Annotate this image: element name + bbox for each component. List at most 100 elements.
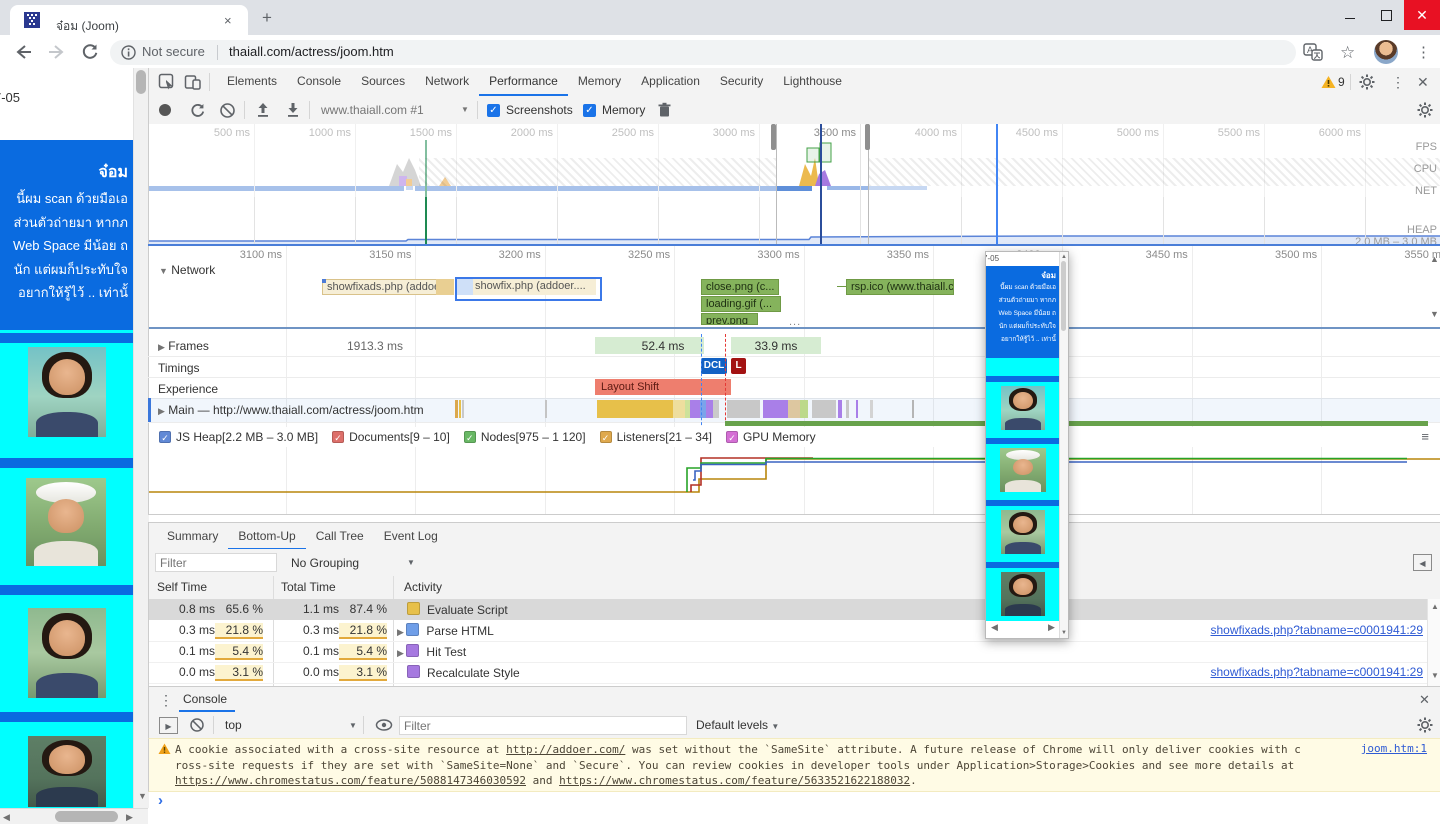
grid-scroll-down-icon[interactable]: ▼ xyxy=(1431,671,1439,680)
activity-cell[interactable]: ▶ Parse HTML xyxy=(397,623,494,638)
flame-segment[interactable] xyxy=(870,400,873,418)
selection-left-handle[interactable] xyxy=(771,124,776,150)
scroll-left-icon[interactable]: ◀ xyxy=(3,813,10,822)
flame-segment[interactable] xyxy=(812,400,836,418)
table-row[interactable]: 0.1 ms5.4 %0.1 ms5.4 %▶ Hit Test xyxy=(149,641,1440,663)
tab-lighthouse[interactable]: Lighthouse xyxy=(773,68,852,95)
flame-segment[interactable] xyxy=(545,400,547,418)
console-settings-gear-icon[interactable] xyxy=(1417,717,1433,733)
activity-cell[interactable]: Recalculate Style xyxy=(397,665,520,680)
grouping-caret-icon[interactable]: ▼ xyxy=(407,558,415,567)
browser-menu-icon[interactable]: ⋮ xyxy=(1416,43,1431,61)
counters-chart[interactable] xyxy=(148,447,1440,515)
selection-right-handle[interactable] xyxy=(865,124,870,150)
network-request[interactable]: rsp.ico (www.thaiall.com) xyxy=(846,279,954,295)
detail-scroll-down-icon[interactable]: ▼ xyxy=(1430,310,1439,319)
flame-segment[interactable] xyxy=(727,400,760,418)
network-request[interactable]: close.png (c... xyxy=(701,279,779,295)
profile-avatar[interactable] xyxy=(1374,40,1398,64)
counter-toggle[interactable]: ✓JS Heap[2.2 MB – 3.0 MB] xyxy=(159,430,318,444)
bottom-tab-call-tree[interactable]: Call Tree xyxy=(306,523,374,549)
network-track-label[interactable]: ▼ Network xyxy=(159,263,215,277)
counter-checkbox[interactable]: ✓ xyxy=(332,431,344,443)
tab-elements[interactable]: Elements xyxy=(217,68,287,95)
tab-security[interactable]: Security xyxy=(710,68,773,95)
grid-scroll-up-icon[interactable]: ▲ xyxy=(1431,602,1439,611)
counter-checkbox[interactable]: ✓ xyxy=(726,431,738,443)
translate-icon[interactable]: A xyxy=(1303,42,1323,62)
col-activity[interactable]: Activity xyxy=(404,580,442,594)
selection-left-edge[interactable] xyxy=(776,124,777,244)
context-caret-icon[interactable]: ▼ xyxy=(349,721,357,730)
popup-next-icon[interactable]: ▶ xyxy=(1048,623,1055,632)
new-tab-button[interactable]: + xyxy=(262,8,272,28)
omnibox[interactable]: Not secure thaiall.com/actress/joom.htm xyxy=(110,40,1296,65)
console-warning[interactable]: A cookie associated with a cross-site re… xyxy=(148,738,1440,792)
bottom-tab-bottom-up[interactable]: Bottom-Up xyxy=(228,524,305,550)
flame-segment[interactable] xyxy=(597,400,673,418)
network-request[interactable]: loading.gif (... xyxy=(701,296,781,312)
console-prompt[interactable]: › xyxy=(158,792,163,809)
flame-segment[interactable] xyxy=(912,400,914,418)
reload-profile-icon[interactable] xyxy=(189,102,206,119)
clear-icon[interactable] xyxy=(219,102,236,119)
counter-toggle[interactable]: ✓Nodes[975 – 1 120] xyxy=(464,430,586,444)
bottom-tab-summary[interactable]: Summary xyxy=(157,523,228,549)
frames-track-label[interactable]: ▶ Frames xyxy=(158,339,209,353)
layout-shift-bar[interactable]: Layout Shift xyxy=(595,379,731,395)
console-sidebar-icon[interactable]: ▶ xyxy=(159,717,178,734)
warning-link[interactable]: http://addoer.com/ xyxy=(506,743,625,756)
devtools-menu-icon[interactable]: ⋮ xyxy=(1391,74,1405,91)
profile-select[interactable]: www.thaiall.com #1 xyxy=(321,103,424,117)
main-track-label[interactable]: ▶ Main — http://www.thaiall.com/actress/… xyxy=(158,403,424,417)
counter-toggle[interactable]: ✓GPU Memory xyxy=(726,430,816,444)
flame-segment[interactable] xyxy=(856,400,858,418)
console-levels-select[interactable]: Default levels ▼ xyxy=(696,718,779,732)
tab-close-icon[interactable]: × xyxy=(224,13,232,28)
console-source-link[interactable]: joom.htm:1 xyxy=(1249,742,1427,755)
table-row[interactable]: 0.0 ms3.1 %0.0 ms3.1 % Recalculate Style… xyxy=(149,662,1440,684)
flame-segment[interactable] xyxy=(713,400,719,418)
flame-segment[interactable] xyxy=(788,400,800,418)
console-clear-icon[interactable] xyxy=(189,717,205,733)
flame-segment[interactable] xyxy=(455,400,458,418)
counter-checkbox[interactable]: ✓ xyxy=(464,431,476,443)
close-window-button[interactable]: ✕ xyxy=(1404,0,1440,30)
load-profile-icon[interactable] xyxy=(255,102,271,118)
console-context-select[interactable]: top xyxy=(225,718,242,732)
warning-link[interactable]: https://www.chromestatus.com/feature/563… xyxy=(559,774,910,787)
tab-performance[interactable]: Performance xyxy=(479,69,568,96)
flame-segment[interactable] xyxy=(459,400,461,418)
bottom-tab-event-log[interactable]: Event Log xyxy=(374,523,448,549)
table-row[interactable]: 0.3 ms21.8 %0.3 ms21.8 %▶ Parse HTMLshow… xyxy=(149,620,1440,642)
legend-menu-icon[interactable]: ≡ xyxy=(1421,429,1429,444)
timings-track-label[interactable]: Timings xyxy=(158,361,200,375)
counter-checkbox[interactable]: ✓ xyxy=(600,431,612,443)
console-close-icon[interactable]: ✕ xyxy=(1419,692,1430,708)
capture-settings-gear-icon[interactable] xyxy=(1417,102,1433,118)
browser-tab[interactable]: จ๋อม (Joom) × xyxy=(10,5,248,35)
flame-segment[interactable] xyxy=(763,400,788,418)
activity-cell[interactable]: ▶ Hit Test xyxy=(397,644,466,659)
tab-console[interactable]: Console xyxy=(287,68,351,95)
screenshots-checkbox[interactable]: ✓ xyxy=(487,104,500,117)
forward-icon[interactable] xyxy=(46,42,66,62)
network-request-selected[interactable]: showfix.php (addoer.... xyxy=(457,279,596,295)
bookmark-star-icon[interactable]: ☆ xyxy=(1340,43,1355,63)
device-toolbar-icon[interactable] xyxy=(184,73,202,91)
tab-application[interactable]: Application xyxy=(631,68,710,95)
warning-count[interactable]: 9 xyxy=(1338,75,1345,89)
info-icon[interactable] xyxy=(121,45,136,60)
tab-sources[interactable]: Sources xyxy=(351,68,415,95)
expand-icon[interactable]: ▶ xyxy=(397,648,406,658)
live-expression-eye-icon[interactable] xyxy=(375,717,393,733)
col-total-time[interactable]: Total Time xyxy=(281,580,336,594)
bottom-filter-input[interactable] xyxy=(155,553,277,572)
flame-segment[interactable] xyxy=(690,400,700,418)
minimize-button[interactable] xyxy=(1332,0,1368,30)
show-heaviest-stack-icon[interactable]: ◀ xyxy=(1413,554,1432,571)
popup-prev-icon[interactable]: ◀ xyxy=(991,623,998,632)
memory-checkbox[interactable]: ✓ xyxy=(583,104,596,117)
back-icon[interactable] xyxy=(14,42,34,62)
inspect-element-icon[interactable] xyxy=(158,73,176,91)
